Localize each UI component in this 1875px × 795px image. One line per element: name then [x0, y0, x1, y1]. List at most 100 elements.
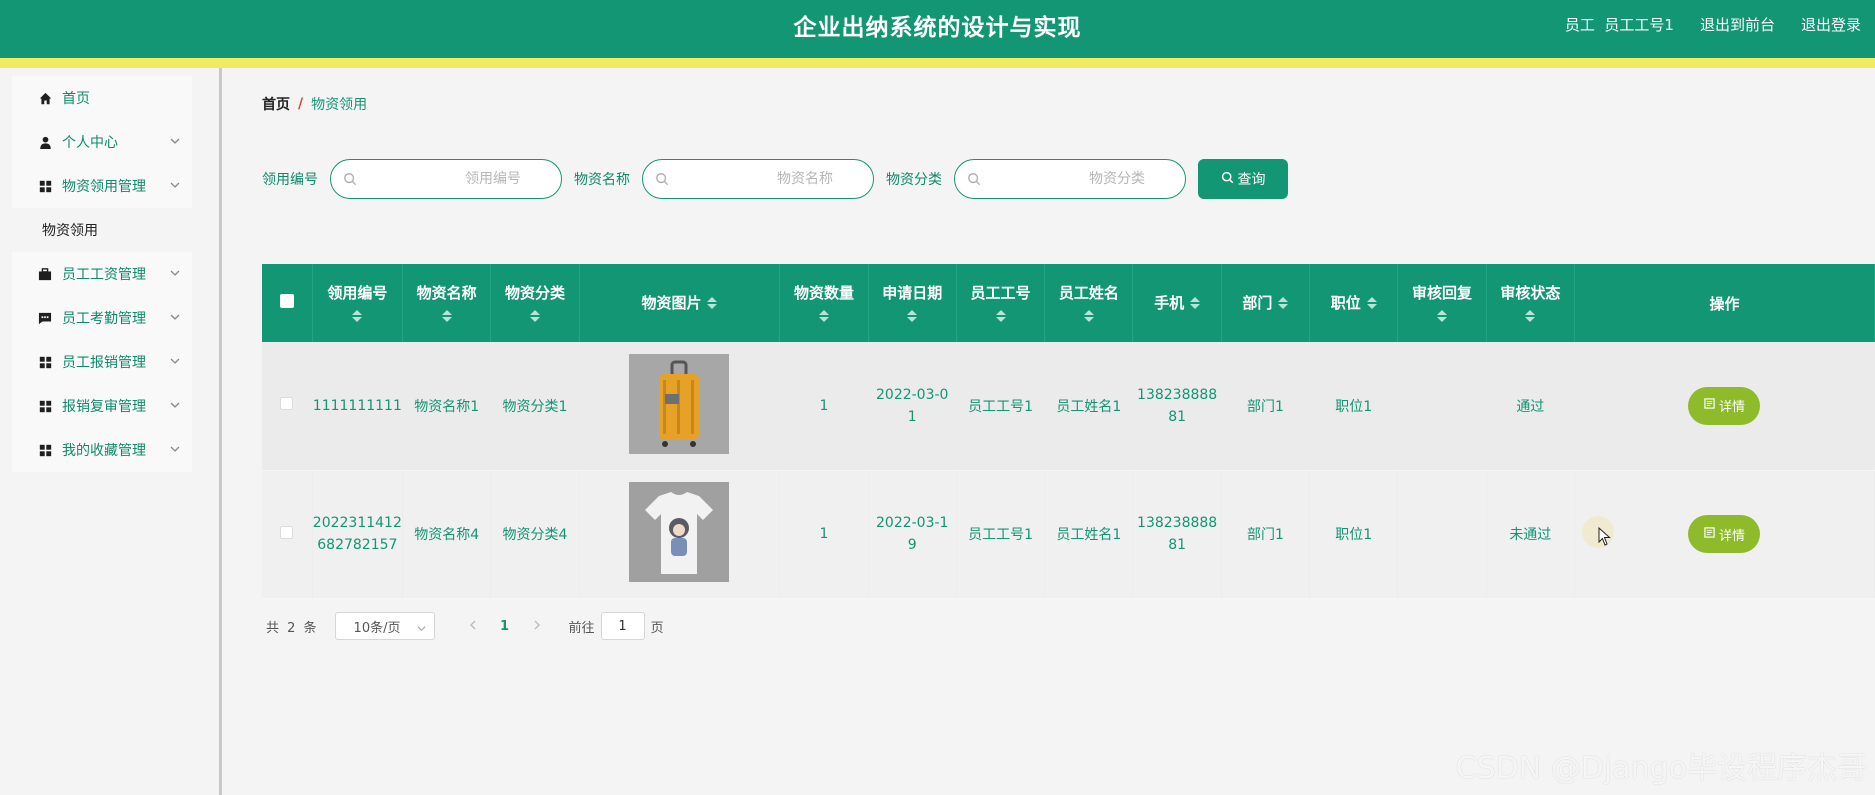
- header-stripe: [0, 58, 1875, 68]
- column-header[interactable]: 审核状态: [1486, 264, 1575, 342]
- column-header[interactable]: 物资名称: [402, 264, 492, 342]
- sidebar-item-review-management[interactable]: 报销复审管理: [12, 384, 192, 428]
- table-header-row: 领用编号 物资名称 物资分类 物资图片 物资数量 申请日期 员工工号 员工姓名 …: [262, 264, 1875, 342]
- chevron-down-icon: [170, 178, 180, 188]
- cell-action: 详情: [1574, 342, 1875, 471]
- document-icon: [1704, 526, 1715, 542]
- sidebar-item-salary-management[interactable]: 员工工资管理: [12, 252, 192, 296]
- sidebar-item-favorites-management[interactable]: 我的收藏管理: [12, 428, 192, 472]
- select-all-checkbox[interactable]: [279, 294, 294, 308]
- search-icon: [343, 171, 357, 186]
- search-icon: [655, 171, 669, 186]
- breadcrumb-home[interactable]: 首页: [262, 94, 290, 114]
- breadcrumb-separator: /: [298, 96, 304, 112]
- page-size-select[interactable]: 10条/页: [334, 612, 435, 640]
- sidebar-item-label: 我的收藏管理: [62, 443, 146, 459]
- page-number-current[interactable]: 1: [487, 619, 523, 634]
- sort-icon: [441, 310, 452, 322]
- cell-status: 通过: [1486, 342, 1575, 471]
- user-name: 员工工号1: [1604, 16, 1674, 34]
- column-header[interactable]: 员工姓名: [1044, 264, 1134, 342]
- column-header[interactable]: 职位: [1309, 264, 1399, 342]
- row-checkbox[interactable]: [280, 525, 294, 539]
- header-links: 员工 员工工号1 退出到前台 退出登录: [1565, 14, 1861, 35]
- sidebar-item-label: 个人中心: [62, 135, 118, 151]
- detail-button[interactable]: 详情: [1688, 515, 1761, 553]
- column-header[interactable]: 部门: [1221, 264, 1311, 342]
- search-field-name: [642, 159, 874, 199]
- column-header[interactable]: 物资数量: [779, 264, 869, 342]
- grid-icon: [38, 443, 52, 457]
- search-input-name[interactable]: [677, 162, 863, 196]
- cell-position: 职位1: [1309, 342, 1399, 471]
- search-input-code[interactable]: [365, 162, 551, 196]
- sidebar-item-label: 员工工资管理: [62, 267, 146, 283]
- sidebar-item-label: 首页: [62, 91, 90, 107]
- sidebar: 首页 个人中心 物资领用管理 物资领用 员工工资管理 员工考勤管理 员工报销管理: [0, 68, 222, 795]
- cell-code: 2022311412 682782157: [312, 470, 404, 599]
- user-role: 员工: [1564, 16, 1595, 34]
- document-icon: [1704, 398, 1715, 413]
- briefcase-icon: [38, 267, 52, 281]
- sort-icon: [1083, 310, 1094, 322]
- cell-qty: 1: [779, 342, 869, 471]
- detail-button[interactable]: 详情: [1688, 386, 1761, 425]
- column-header[interactable]: 物资分类: [490, 264, 580, 342]
- column-header[interactable]: 申请日期: [868, 264, 957, 342]
- cell-dept: 部门1: [1221, 470, 1311, 599]
- home-icon: [38, 91, 52, 105]
- cell-emp-name: 员工姓名1: [1044, 342, 1134, 471]
- tshirt-image[interactable]: [629, 482, 730, 582]
- goto-unit: 页: [650, 620, 664, 636]
- sidebar-item-attendance-management[interactable]: 员工考勤管理: [12, 296, 192, 340]
- chevron-down-icon: [170, 266, 180, 276]
- goto-label: 前往: [568, 620, 595, 636]
- sort-icon: [995, 310, 1006, 322]
- cell-dept: 部门1: [1221, 342, 1311, 471]
- column-header[interactable]: 领用编号: [312, 264, 404, 342]
- sort-icon: [1366, 297, 1377, 309]
- sidebar-item-personal-center[interactable]: 个人中心: [12, 120, 192, 164]
- column-header[interactable]: 物资图片: [579, 264, 781, 342]
- cell-category: 物资分类1: [490, 342, 580, 471]
- cell-emp-no: 员工工号1: [956, 470, 1046, 599]
- sort-icon: [707, 297, 718, 309]
- sort-icon: [529, 310, 540, 322]
- logout-link[interactable]: 退出登录: [1801, 14, 1861, 35]
- search-icon: [1221, 171, 1234, 188]
- cell-category: 物资分类4: [490, 470, 580, 599]
- goto-page-input[interactable]: [600, 612, 645, 640]
- column-header[interactable]: 手机: [1132, 264, 1222, 342]
- row-checkbox[interactable]: [280, 397, 294, 411]
- chevron-down-icon: [170, 134, 180, 144]
- sidebar-item-label: 员工报销管理: [62, 355, 146, 371]
- sidebar-subitem-material-requisition[interactable]: 物资领用: [12, 208, 192, 252]
- mouse-cursor-icon: [1598, 526, 1612, 547]
- column-header: 操作: [1574, 264, 1875, 342]
- cell-date: 2022-03-1 9: [868, 470, 957, 599]
- cell-code: 1111111111: [312, 342, 404, 471]
- cell-name: 物资名称1: [402, 342, 492, 471]
- suitcase-image[interactable]: [629, 353, 730, 454]
- sidebar-item-home[interactable]: 首页: [12, 76, 192, 120]
- cell-image: [579, 470, 781, 599]
- grid-icon: [38, 355, 52, 369]
- sidebar-item-material-management[interactable]: 物资领用管理: [12, 164, 192, 208]
- cell-phone: 138238888 81: [1132, 470, 1222, 599]
- cell-action: 详情: [1574, 470, 1875, 599]
- column-header[interactable]: 审核回复: [1397, 264, 1487, 342]
- search-bar: 领用编号 物资名称 物资分类 查询: [262, 159, 1288, 199]
- query-button[interactable]: 查询: [1198, 159, 1288, 199]
- search-label-code: 领用编号: [262, 172, 318, 188]
- sidebar-item-reimbursement-management[interactable]: 员工报销管理: [12, 340, 192, 384]
- grid-icon: [38, 399, 52, 413]
- cell-status: 未通过: [1486, 470, 1575, 599]
- search-input-category[interactable]: [989, 162, 1175, 196]
- grid-icon: [38, 179, 52, 193]
- next-page-button[interactable]: [523, 619, 551, 634]
- column-header[interactable]: 员工工号: [956, 264, 1046, 342]
- search-field-category: [954, 159, 1186, 199]
- prev-page-button[interactable]: [459, 619, 487, 634]
- sidebar-menu: 首页 个人中心 物资领用管理 物资领用 员工工资管理 员工考勤管理 员工报销管理: [12, 76, 192, 472]
- front-link[interactable]: 退出到前台: [1700, 14, 1775, 35]
